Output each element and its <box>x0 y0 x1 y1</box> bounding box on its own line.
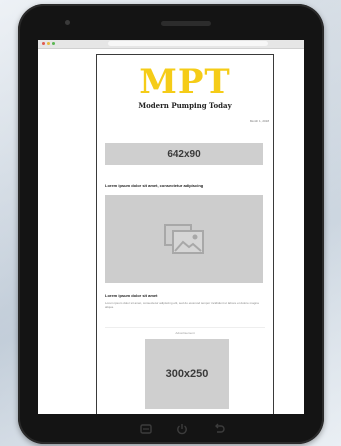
camera-lens <box>65 20 70 25</box>
advertisement-label: Advertisement <box>175 331 195 335</box>
address-bar[interactable] <box>108 41 268 46</box>
leaderboard-ad[interactable]: 642x90 <box>105 143 263 165</box>
back-icon[interactable] <box>212 422 226 436</box>
close-window-button[interactable] <box>42 42 45 45</box>
hero-image-placeholder[interactable] <box>105 195 263 283</box>
tablet-navigation-bar <box>18 414 324 444</box>
image-icon <box>164 224 204 254</box>
minimize-window-button[interactable] <box>47 42 50 45</box>
section-divider <box>105 327 265 328</box>
browser-toolbar <box>38 40 304 49</box>
leaderboard-ad-label: 642x90 <box>167 148 201 160</box>
issue-date: Month 1, 2018 <box>249 119 269 123</box>
tablet-screen: MPT Modern Pumping Today Month 1, 2018 6… <box>38 40 304 414</box>
email-newsletter: MPT Modern Pumping Today Month 1, 2018 6… <box>96 54 274 414</box>
speaker-grille <box>161 21 211 26</box>
medium-rectangle-ad-label: 300x250 <box>165 368 209 380</box>
article-excerpt: Lorem ipsum dolor sit amet, consectetur … <box>105 301 259 309</box>
brand-logo[interactable]: MPT <box>97 65 273 99</box>
power-icon[interactable] <box>175 422 189 436</box>
article-title[interactable]: Lorem ipsum dolor sit amet <box>105 293 157 298</box>
brand-tagline: Modern Pumping Today <box>138 101 232 110</box>
maximize-window-button[interactable] <box>52 42 55 45</box>
feature-headline[interactable]: Lorem ipsum dolor sit amet, consectetur … <box>105 183 265 188</box>
medium-rectangle-ad[interactable]: 300x250 <box>145 339 229 409</box>
tablet-device: MPT Modern Pumping Today Month 1, 2018 6… <box>18 4 324 444</box>
recent-apps-icon[interactable] <box>139 422 153 436</box>
